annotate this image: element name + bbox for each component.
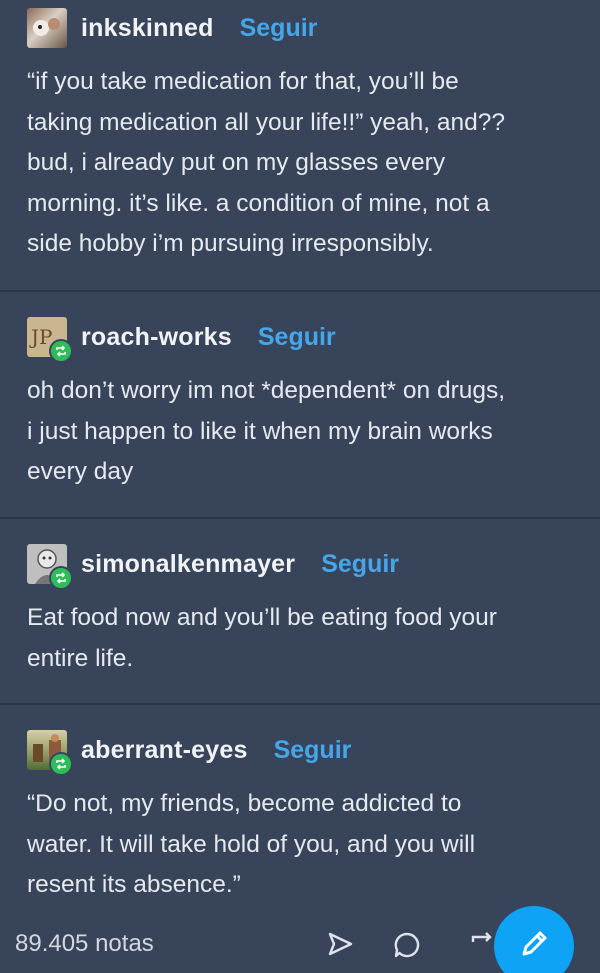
username[interactable]: inkskinned <box>81 14 214 43</box>
follow-button[interactable]: Seguir <box>258 323 336 352</box>
reblog-badge-icon <box>49 752 73 776</box>
follow-button[interactable]: Seguir <box>321 550 399 579</box>
avatar[interactable] <box>27 544 73 590</box>
post-text: Eat food now and you’ll be eating food y… <box>27 604 497 672</box>
divider <box>0 290 600 292</box>
follow-button[interactable]: Seguir <box>274 736 352 765</box>
post-header: JP roach-works Seguir <box>27 317 573 363</box>
avatar-image <box>33 18 60 36</box>
post-roach-works: JP roach-works Seguir oh don’t worry im … <box>0 317 600 493</box>
pencil-icon <box>516 926 552 967</box>
post-header: aberrant-eyes Seguir <box>27 730 573 776</box>
post-inkskinned: inkskinned Seguir “if you take medicatio… <box>0 8 600 265</box>
reblog-badge-icon <box>49 339 73 363</box>
post-text: “if you take medication for that, you’ll… <box>27 68 506 257</box>
share-icon[interactable] <box>326 930 354 963</box>
post-simonalkenmayer: simonalkenmayer Seguir Eat food now and … <box>0 544 600 679</box>
username[interactable]: simonalkenmayer <box>81 550 295 579</box>
reblog-badge-icon <box>49 566 73 590</box>
username[interactable]: aberrant-eyes <box>81 736 248 765</box>
divider <box>0 703 600 705</box>
avatar[interactable] <box>27 8 67 48</box>
compose-button[interactable] <box>494 906 574 973</box>
post-header: inkskinned Seguir <box>27 8 573 48</box>
post-text: oh don’t worry im not *dependent* on dru… <box>27 377 506 485</box>
avatar[interactable]: JP <box>27 317 73 363</box>
post-text: “Do not, my friends, become addicted to … <box>27 790 476 898</box>
post-header: simonalkenmayer Seguir <box>27 544 573 590</box>
notes-count[interactable]: 89.405 notas <box>15 930 154 958</box>
follow-button[interactable]: Seguir <box>240 14 318 43</box>
post-aberrant-eyes: aberrant-eyes Seguir “Do not, my friends… <box>0 730 600 906</box>
username[interactable]: roach-works <box>81 323 232 352</box>
avatar[interactable] <box>27 730 73 776</box>
divider <box>0 517 600 519</box>
reply-icon[interactable] <box>392 930 422 965</box>
